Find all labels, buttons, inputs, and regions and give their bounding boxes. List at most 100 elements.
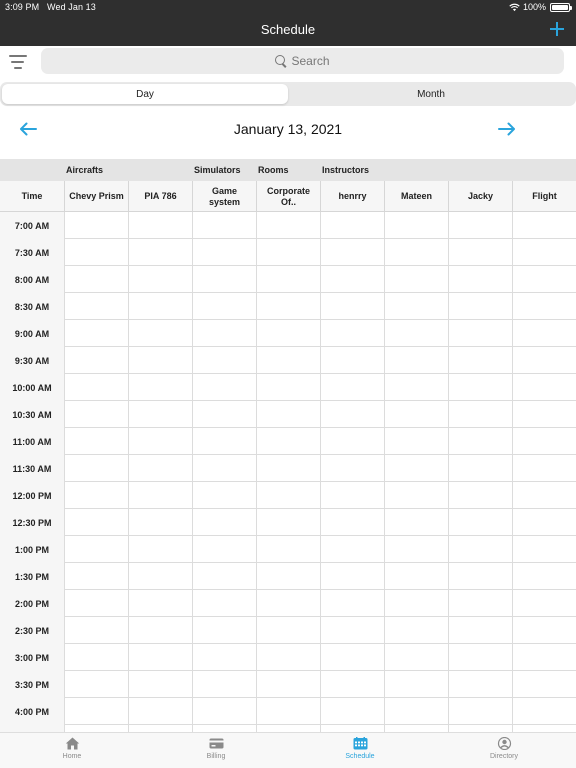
schedule-cell[interactable] (512, 374, 576, 400)
schedule-cell[interactable] (128, 671, 192, 697)
schedule-cell[interactable] (320, 563, 384, 589)
schedule-cell[interactable] (64, 374, 128, 400)
schedule-cell[interactable] (256, 320, 320, 346)
schedule-cell[interactable] (256, 509, 320, 535)
schedule-cell[interactable] (384, 482, 448, 508)
schedule-cell[interactable] (256, 725, 320, 732)
schedule-cell[interactable] (256, 347, 320, 373)
schedule-cell[interactable] (256, 482, 320, 508)
schedule-cell[interactable] (192, 239, 256, 265)
schedule-cell[interactable] (192, 212, 256, 238)
schedule-cell[interactable] (448, 536, 512, 562)
schedule-cell[interactable] (384, 536, 448, 562)
tab-directory[interactable]: Directory (464, 737, 544, 767)
tab-billing[interactable]: Billing (176, 737, 256, 767)
schedule-cell[interactable] (320, 671, 384, 697)
schedule-cell[interactable] (320, 455, 384, 481)
schedule-cell[interactable] (256, 536, 320, 562)
schedule-cell[interactable] (448, 320, 512, 346)
schedule-cell[interactable] (448, 509, 512, 535)
schedule-cell[interactable] (256, 644, 320, 670)
schedule-cell[interactable] (512, 401, 576, 427)
schedule-cell[interactable] (512, 239, 576, 265)
schedule-cell[interactable] (64, 644, 128, 670)
schedule-cell[interactable] (448, 482, 512, 508)
schedule-cell[interactable] (192, 482, 256, 508)
schedule-cell[interactable] (192, 590, 256, 616)
schedule-cell[interactable] (64, 266, 128, 292)
schedule-cell[interactable] (64, 509, 128, 535)
schedule-cell[interactable] (448, 239, 512, 265)
schedule-cell[interactable] (64, 482, 128, 508)
column-header[interactable]: Corporate Of.. (256, 181, 320, 212)
schedule-cell[interactable] (320, 347, 384, 373)
schedule-cell[interactable] (192, 320, 256, 346)
schedule-cell[interactable] (64, 698, 128, 724)
schedule-cell[interactable] (256, 590, 320, 616)
schedule-cell[interactable] (384, 563, 448, 589)
schedule-cell[interactable] (128, 563, 192, 589)
schedule-cell[interactable] (256, 698, 320, 724)
schedule-cell[interactable] (448, 617, 512, 643)
schedule-cell[interactable] (512, 428, 576, 454)
schedule-cell[interactable] (128, 347, 192, 373)
schedule-cell[interactable] (192, 401, 256, 427)
column-header[interactable]: henrry (320, 181, 384, 212)
column-header[interactable]: Flight (512, 181, 576, 212)
schedule-cell[interactable] (192, 671, 256, 697)
schedule-cell[interactable] (128, 509, 192, 535)
tab-home[interactable]: Home (32, 737, 112, 767)
schedule-cell[interactable] (320, 698, 384, 724)
schedule-cell[interactable] (128, 590, 192, 616)
schedule-cell[interactable] (192, 374, 256, 400)
schedule-cell[interactable] (320, 590, 384, 616)
schedule-cell[interactable] (320, 617, 384, 643)
schedule-cell[interactable] (64, 293, 128, 319)
schedule-cell[interactable] (256, 266, 320, 292)
schedule-cell[interactable] (192, 644, 256, 670)
schedule-cell[interactable] (64, 428, 128, 454)
schedule-cell[interactable] (128, 266, 192, 292)
schedule-cell[interactable] (448, 671, 512, 697)
schedule-cell[interactable] (64, 617, 128, 643)
schedule-cell[interactable] (320, 212, 384, 238)
schedule-cell[interactable] (192, 698, 256, 724)
schedule-cell[interactable] (384, 212, 448, 238)
schedule-cell[interactable] (512, 482, 576, 508)
plus-icon[interactable] (550, 22, 564, 36)
schedule-cell[interactable] (320, 725, 384, 732)
schedule-cell[interactable] (192, 617, 256, 643)
schedule-cell[interactable] (256, 563, 320, 589)
schedule-cell[interactable] (448, 293, 512, 319)
schedule-cell[interactable] (128, 401, 192, 427)
schedule-cell[interactable] (128, 617, 192, 643)
schedule-cell[interactable] (64, 536, 128, 562)
schedule-cell[interactable] (192, 725, 256, 732)
schedule-cell[interactable] (256, 239, 320, 265)
schedule-cell[interactable] (320, 401, 384, 427)
schedule-cell[interactable] (128, 536, 192, 562)
schedule-cell[interactable] (192, 536, 256, 562)
schedule-cell[interactable] (384, 617, 448, 643)
schedule-cell[interactable] (512, 293, 576, 319)
schedule-cell[interactable] (256, 671, 320, 697)
search-input[interactable]: Search (41, 48, 564, 74)
schedule-cell[interactable] (128, 212, 192, 238)
schedule-cell[interactable] (448, 374, 512, 400)
segment-month[interactable]: Month (288, 84, 574, 104)
schedule-cell[interactable] (512, 590, 576, 616)
schedule-cell[interactable] (192, 428, 256, 454)
schedule-cell[interactable] (384, 428, 448, 454)
schedule-cell[interactable] (448, 266, 512, 292)
schedule-cell[interactable] (320, 374, 384, 400)
column-header[interactable]: Chevy Prism (64, 181, 128, 212)
schedule-cell[interactable] (512, 617, 576, 643)
schedule-cell[interactable] (512, 698, 576, 724)
schedule-cell[interactable] (448, 563, 512, 589)
schedule-cell[interactable] (320, 536, 384, 562)
schedule-cell[interactable] (128, 644, 192, 670)
schedule-cell[interactable] (512, 266, 576, 292)
schedule-cell[interactable] (192, 509, 256, 535)
schedule-cell[interactable] (128, 374, 192, 400)
schedule-cell[interactable] (64, 401, 128, 427)
